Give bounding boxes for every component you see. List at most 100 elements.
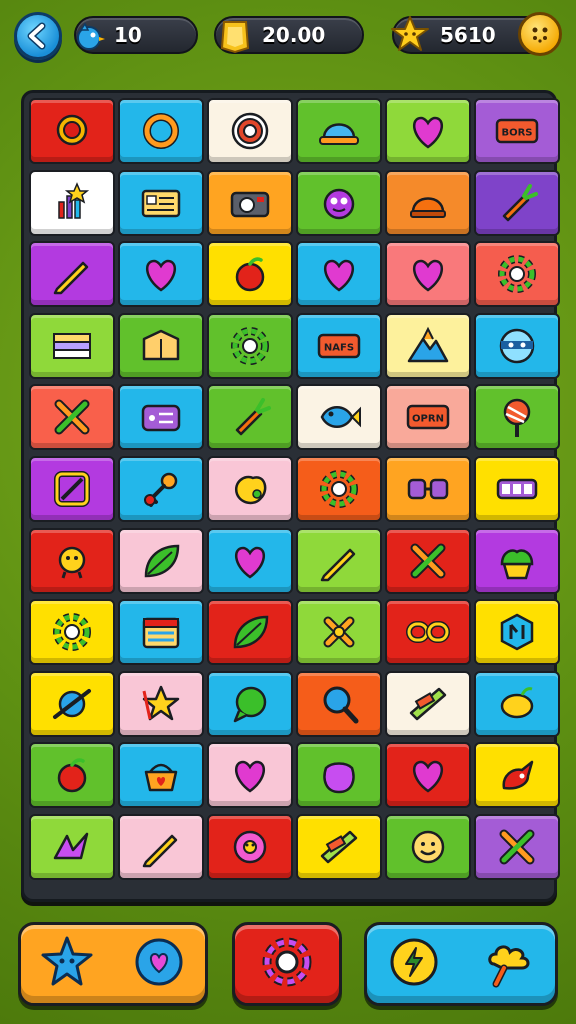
board-tile[interactable] xyxy=(29,814,115,880)
lives-counter: 10 xyxy=(74,16,198,54)
board-tile[interactable] xyxy=(118,241,204,308)
board-tile[interactable] xyxy=(385,599,471,666)
left-powerup-button[interactable] xyxy=(18,922,208,1006)
board-tile[interactable] xyxy=(385,98,471,164)
board-tile[interactable] xyxy=(207,742,293,809)
board-tile[interactable] xyxy=(118,98,204,164)
board-tile[interactable] xyxy=(296,742,382,809)
sign-board-icon: BORS xyxy=(495,118,539,144)
board-tile[interactable] xyxy=(118,742,204,809)
board-tile[interactable] xyxy=(118,169,204,236)
calendar-icon xyxy=(142,617,180,649)
profile-button[interactable] xyxy=(518,12,562,56)
striped-flag-icon xyxy=(53,332,91,359)
pen-icon xyxy=(142,834,178,868)
top-bar: 10 20.00 5610 xyxy=(0,0,576,70)
board-tile[interactable] xyxy=(296,456,382,522)
pencil-icon xyxy=(53,261,89,295)
board-tile[interactable] xyxy=(385,169,471,236)
board-tile[interactable] xyxy=(385,312,471,379)
green-ticket-icon: OPRN xyxy=(406,405,450,430)
board-tile[interactable] xyxy=(474,241,560,308)
board-tile[interactable] xyxy=(474,456,560,522)
board-tile[interactable] xyxy=(474,384,560,451)
board-tile[interactable] xyxy=(29,241,115,308)
board-tile[interactable] xyxy=(296,169,382,236)
board-tile[interactable] xyxy=(474,312,560,379)
blue-pencil-icon xyxy=(320,548,356,581)
board-tile[interactable] xyxy=(207,814,293,880)
board-tile[interactable] xyxy=(118,527,204,594)
red-apple-icon xyxy=(57,758,87,793)
red-bird-icon xyxy=(502,761,534,791)
board-tile[interactable] xyxy=(207,456,293,522)
board-tile[interactable]: OPRN xyxy=(385,384,471,451)
yellow-star-cup-icon xyxy=(142,685,180,721)
board-tile[interactable] xyxy=(385,241,471,308)
board-tile[interactable] xyxy=(29,169,115,236)
board-tile[interactable] xyxy=(474,599,560,666)
center-settings-button[interactable] xyxy=(232,922,342,1006)
board-tile[interactable] xyxy=(29,312,115,379)
board-tile[interactable] xyxy=(118,814,204,880)
orange-basket-icon xyxy=(144,764,178,792)
board-tile[interactable] xyxy=(385,742,471,809)
board-tile[interactable] xyxy=(29,98,115,164)
board-tile[interactable] xyxy=(296,670,382,737)
board-tile[interactable] xyxy=(296,241,382,308)
smiley-face-icon xyxy=(532,27,548,43)
board-tile[interactable] xyxy=(474,527,560,594)
board-tile[interactable] xyxy=(29,742,115,809)
board-tile[interactable] xyxy=(207,98,293,164)
board-tile[interactable] xyxy=(207,241,293,308)
board-tile[interactable] xyxy=(207,169,293,236)
board-tile[interactable] xyxy=(207,312,293,379)
purple-monster-icon xyxy=(323,188,355,219)
board-tile[interactable] xyxy=(474,814,560,880)
board-tile[interactable] xyxy=(207,670,293,737)
board-tile[interactable] xyxy=(207,527,293,594)
board-tile[interactable] xyxy=(296,527,382,594)
tile-label: BORS xyxy=(501,128,532,139)
tile-label: OPRN xyxy=(412,414,444,425)
board-tile[interactable] xyxy=(29,456,115,522)
crossed-sticks-icon xyxy=(499,829,535,865)
lollipop-icon xyxy=(503,399,531,438)
blue-star-icon xyxy=(39,934,95,994)
board-tile[interactable] xyxy=(118,670,204,737)
board-tile[interactable] xyxy=(29,527,115,594)
board-tile[interactable] xyxy=(385,670,471,737)
board-tile[interactable] xyxy=(118,599,204,666)
blue-planet-icon xyxy=(53,688,91,719)
board-tile[interactable] xyxy=(29,384,115,451)
board-tile[interactable] xyxy=(474,169,560,236)
board-tile[interactable] xyxy=(207,599,293,666)
board-tile[interactable] xyxy=(29,670,115,737)
right-powerup-button[interactable] xyxy=(364,922,558,1006)
board-tile[interactable] xyxy=(296,384,382,451)
board-tile[interactable] xyxy=(385,814,471,880)
board-tile[interactable] xyxy=(474,670,560,737)
gear-swirl-icon xyxy=(259,934,315,994)
orange-ring-icon xyxy=(143,113,179,149)
board-tile[interactable] xyxy=(29,599,115,666)
board-tile[interactable]: NAFS xyxy=(296,312,382,379)
purple-heart-icon xyxy=(324,259,354,292)
red-heart-icon xyxy=(413,259,443,292)
board-tile[interactable] xyxy=(385,527,471,594)
board-tile[interactable] xyxy=(385,456,471,522)
board-tile[interactable] xyxy=(474,742,560,809)
board-tile[interactable] xyxy=(296,814,382,880)
sunburst-icon xyxy=(53,613,91,652)
board-tile[interactable] xyxy=(118,384,204,451)
board-tile[interactable]: BORS xyxy=(474,98,560,164)
board-tile[interactable] xyxy=(296,98,382,164)
board-tile[interactable] xyxy=(118,456,204,522)
back-button[interactable] xyxy=(14,12,62,60)
board-tile[interactable] xyxy=(207,384,293,451)
red-fruit-icon xyxy=(235,257,265,292)
board-tile[interactable] xyxy=(296,599,382,666)
board-tile[interactable] xyxy=(118,312,204,379)
heart-pin-icon xyxy=(235,546,265,579)
crossed-arrow-icon xyxy=(54,399,90,435)
